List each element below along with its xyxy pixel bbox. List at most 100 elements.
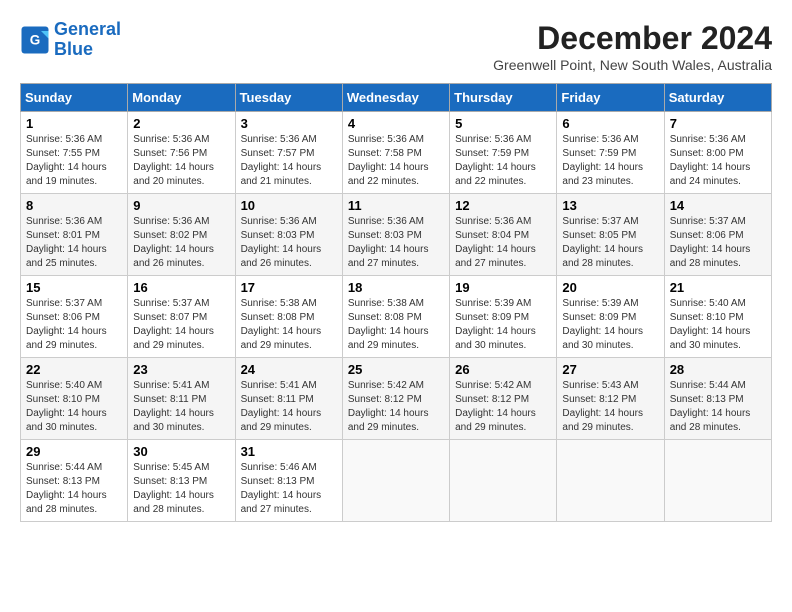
day-info: Sunrise: 5:43 AMSunset: 8:12 PMDaylight:… xyxy=(562,379,658,435)
month-title: December 2024 xyxy=(493,20,772,57)
day-number: 3 xyxy=(241,116,337,131)
day-number: 27 xyxy=(562,362,658,377)
calendar-week-1: 1 Sunrise: 5:36 AMSunset: 7:55 PMDaylight… xyxy=(21,112,772,194)
calendar-cell: 24 Sunrise: 5:41 AMSunset: 8:11 PMDayligh… xyxy=(235,358,342,440)
day-number: 31 xyxy=(241,444,337,459)
calendar-cell: 31 Sunrise: 5:46 AMSunset: 8:13 PMDayligh… xyxy=(235,440,342,522)
header-cell-friday: Friday xyxy=(557,84,664,112)
day-info: Sunrise: 5:36 AMSunset: 8:03 PMDaylight:… xyxy=(241,215,337,271)
day-info: Sunrise: 5:46 AMSunset: 8:13 PMDaylight:… xyxy=(241,461,337,517)
calendar-cell: 7Sunrise: 5:36 AMSunset: 8:00 PMDaylight… xyxy=(664,112,771,194)
calendar-cell: 14 Sunrise: 5:37 AMSunset: 8:06 PMDayligh… xyxy=(664,194,771,276)
calendar-cell: 20Sunrise: 5:39 AMSunset: 8:09 PMDayligh… xyxy=(557,276,664,358)
calendar-cell: 9 Sunrise: 5:36 AMSunset: 8:02 PMDaylight… xyxy=(128,194,235,276)
calendar-header: SundayMondayTuesdayWednesdayThursdayFrid… xyxy=(21,84,772,112)
day-info: Sunrise: 5:42 AMSunset: 8:12 PMDaylight:… xyxy=(348,379,444,435)
header-cell-thursday: Thursday xyxy=(450,84,557,112)
calendar-cell: 4 Sunrise: 5:36 AMSunset: 7:58 PMDaylight… xyxy=(342,112,449,194)
day-number: 5 xyxy=(455,116,551,131)
day-info: Sunrise: 5:38 AMSunset: 8:08 PMDaylight:… xyxy=(348,297,444,353)
calendar-cell: 15Sunrise: 5:37 AMSunset: 8:06 PMDayligh… xyxy=(21,276,128,358)
day-info: Sunrise: 5:36 AMSunset: 8:01 PMDaylight:… xyxy=(26,215,122,271)
calendar-cell: 10 Sunrise: 5:36 AMSunset: 8:03 PMDayligh… xyxy=(235,194,342,276)
header-cell-sunday: Sunday xyxy=(21,84,128,112)
calendar-cell: 8 Sunrise: 5:36 AMSunset: 8:01 PMDaylight… xyxy=(21,194,128,276)
day-number: 19 xyxy=(455,280,551,295)
header-cell-monday: Monday xyxy=(128,84,235,112)
day-number: 4 xyxy=(348,116,444,131)
header-cell-saturday: Saturday xyxy=(664,84,771,112)
calendar-cell: 12Sunrise: 5:36 AMSunset: 8:04 PMDayligh… xyxy=(450,194,557,276)
day-number: 16 xyxy=(133,280,229,295)
day-info: Sunrise: 5:44 AMSunset: 8:13 PMDaylight:… xyxy=(670,379,766,435)
day-info: Sunrise: 5:39 AMSunset: 8:09 PMDaylight:… xyxy=(562,297,658,353)
day-number: 28 xyxy=(670,362,766,377)
day-info: Sunrise: 5:40 AMSunset: 8:10 PMDaylight:… xyxy=(26,379,122,435)
day-info: Sunrise: 5:36 AMSunset: 8:02 PMDaylight:… xyxy=(133,215,229,271)
day-number: 8 xyxy=(26,198,122,213)
calendar-cell: 17Sunrise: 5:38 AMSunset: 8:08 PMDayligh… xyxy=(235,276,342,358)
day-number: 18 xyxy=(348,280,444,295)
day-info: Sunrise: 5:37 AMSunset: 8:06 PMDaylight:… xyxy=(670,215,766,271)
day-info: Sunrise: 5:36 AMSunset: 7:58 PMDaylight:… xyxy=(348,133,444,189)
day-info: Sunrise: 5:44 AMSunset: 8:13 PMDaylight:… xyxy=(26,461,122,517)
day-info: Sunrise: 5:36 AMSunset: 7:57 PMDaylight:… xyxy=(241,133,337,189)
day-number: 24 xyxy=(241,362,337,377)
day-number: 25 xyxy=(348,362,444,377)
day-info: Sunrise: 5:36 AMSunset: 8:04 PMDaylight:… xyxy=(455,215,551,271)
calendar-week-2: 8 Sunrise: 5:36 AMSunset: 8:01 PMDaylight… xyxy=(21,194,772,276)
calendar-week-3: 15Sunrise: 5:37 AMSunset: 8:06 PMDayligh… xyxy=(21,276,772,358)
day-number: 11 xyxy=(348,198,444,213)
calendar-cell: 6 Sunrise: 5:36 AMSunset: 7:59 PMDaylight… xyxy=(557,112,664,194)
day-number: 1 xyxy=(26,116,122,131)
day-info: Sunrise: 5:36 AMSunset: 7:59 PMDaylight:… xyxy=(562,133,658,189)
day-number: 26 xyxy=(455,362,551,377)
day-info: Sunrise: 5:37 AMSunset: 8:05 PMDaylight:… xyxy=(562,215,658,271)
day-number: 10 xyxy=(241,198,337,213)
day-info: Sunrise: 5:42 AMSunset: 8:12 PMDaylight:… xyxy=(455,379,551,435)
calendar-cell: 21Sunrise: 5:40 AMSunset: 8:10 PMDayligh… xyxy=(664,276,771,358)
day-info: Sunrise: 5:41 AMSunset: 8:11 PMDaylight:… xyxy=(241,379,337,435)
calendar-cell: 11Sunrise: 5:36 AMSunset: 8:03 PMDayligh… xyxy=(342,194,449,276)
calendar-cell: 1 Sunrise: 5:36 AMSunset: 7:55 PMDaylight… xyxy=(21,112,128,194)
header-cell-tuesday: Tuesday xyxy=(235,84,342,112)
day-number: 13 xyxy=(562,198,658,213)
calendar-cell: 2Sunrise: 5:36 AMSunset: 7:56 PMDaylight… xyxy=(128,112,235,194)
calendar-cell xyxy=(557,440,664,522)
day-number: 7 xyxy=(670,116,766,131)
calendar-cell: 13 Sunrise: 5:37 AMSunset: 8:05 PMDayligh… xyxy=(557,194,664,276)
day-info: Sunrise: 5:36 AMSunset: 7:56 PMDaylight:… xyxy=(133,133,229,189)
location-subtitle: Greenwell Point, New South Wales, Austra… xyxy=(493,57,772,73)
day-info: Sunrise: 5:40 AMSunset: 8:10 PMDaylight:… xyxy=(670,297,766,353)
calendar-cell: 22 Sunrise: 5:40 AMSunset: 8:10 PMDayligh… xyxy=(21,358,128,440)
calendar-cell: 3 Sunrise: 5:36 AMSunset: 7:57 PMDaylight… xyxy=(235,112,342,194)
calendar-cell: 18 Sunrise: 5:38 AMSunset: 8:08 PMDayligh… xyxy=(342,276,449,358)
calendar-cell: 27 Sunrise: 5:43 AMSunset: 8:12 PMDayligh… xyxy=(557,358,664,440)
day-number: 14 xyxy=(670,198,766,213)
calendar-cell: 5 Sunrise: 5:36 AMSunset: 7:59 PMDaylight… xyxy=(450,112,557,194)
calendar-cell: 25 Sunrise: 5:42 AMSunset: 8:12 PMDayligh… xyxy=(342,358,449,440)
day-number: 30 xyxy=(133,444,229,459)
calendar-cell: 30 Sunrise: 5:45 AMSunset: 8:13 PMDayligh… xyxy=(128,440,235,522)
header: G General Blue December 2024 Greenwell P… xyxy=(20,20,772,73)
day-number: 17 xyxy=(241,280,337,295)
title-area: December 2024 Greenwell Point, New South… xyxy=(493,20,772,73)
day-number: 15 xyxy=(26,280,122,295)
calendar-table: SundayMondayTuesdayWednesdayThursdayFrid… xyxy=(20,83,772,522)
day-number: 6 xyxy=(562,116,658,131)
day-info: Sunrise: 5:36 AMSunset: 7:55 PMDaylight:… xyxy=(26,133,122,189)
svg-text:G: G xyxy=(30,32,41,47)
day-number: 23 xyxy=(133,362,229,377)
calendar-cell: 16Sunrise: 5:37 AMSunset: 8:07 PMDayligh… xyxy=(128,276,235,358)
day-info: Sunrise: 5:41 AMSunset: 8:11 PMDaylight:… xyxy=(133,379,229,435)
day-info: Sunrise: 5:36 AMSunset: 7:59 PMDaylight:… xyxy=(455,133,551,189)
calendar-cell xyxy=(450,440,557,522)
logo-text: General Blue xyxy=(54,20,121,60)
calendar-cell: 19Sunrise: 5:39 AMSunset: 8:09 PMDayligh… xyxy=(450,276,557,358)
header-row: SundayMondayTuesdayWednesdayThursdayFrid… xyxy=(21,84,772,112)
day-info: Sunrise: 5:45 AMSunset: 8:13 PMDaylight:… xyxy=(133,461,229,517)
day-number: 22 xyxy=(26,362,122,377)
calendar-cell xyxy=(342,440,449,522)
day-number: 9 xyxy=(133,198,229,213)
calendar-cell: 29Sunrise: 5:44 AMSunset: 8:13 PMDayligh… xyxy=(21,440,128,522)
